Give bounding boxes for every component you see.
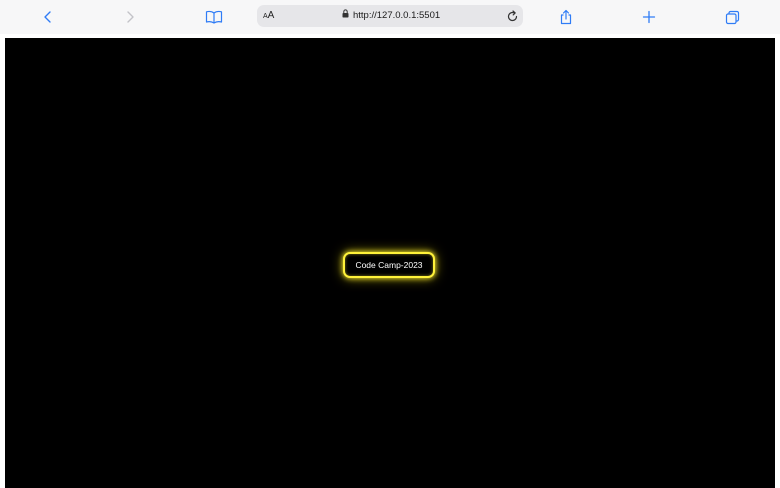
web-page-viewport: Code Camp-2023 — [5, 38, 775, 488]
reload-icon[interactable] — [503, 7, 521, 25]
plus-icon[interactable] — [637, 5, 661, 29]
tabs-icon[interactable] — [720, 5, 744, 29]
book-icon[interactable] — [202, 5, 226, 29]
browser-toolbar: AA http://127.0.0.1:5501 — [0, 0, 780, 34]
text-size-label: A — [267, 10, 275, 21]
text-size-button[interactable]: AA — [263, 9, 274, 24]
chevron-right-icon[interactable] — [118, 5, 142, 29]
code-camp-button[interactable]: Code Camp-2023 — [343, 252, 435, 278]
url-text: http://127.0.0.1:5501 — [353, 10, 441, 21]
share-icon[interactable] — [554, 5, 578, 29]
url-display[interactable]: http://127.0.0.1:5501 — [342, 9, 440, 23]
lock-icon — [342, 9, 349, 23]
address-bar[interactable]: AA http://127.0.0.1:5501 — [257, 5, 523, 27]
chevron-left-icon[interactable] — [36, 5, 60, 29]
